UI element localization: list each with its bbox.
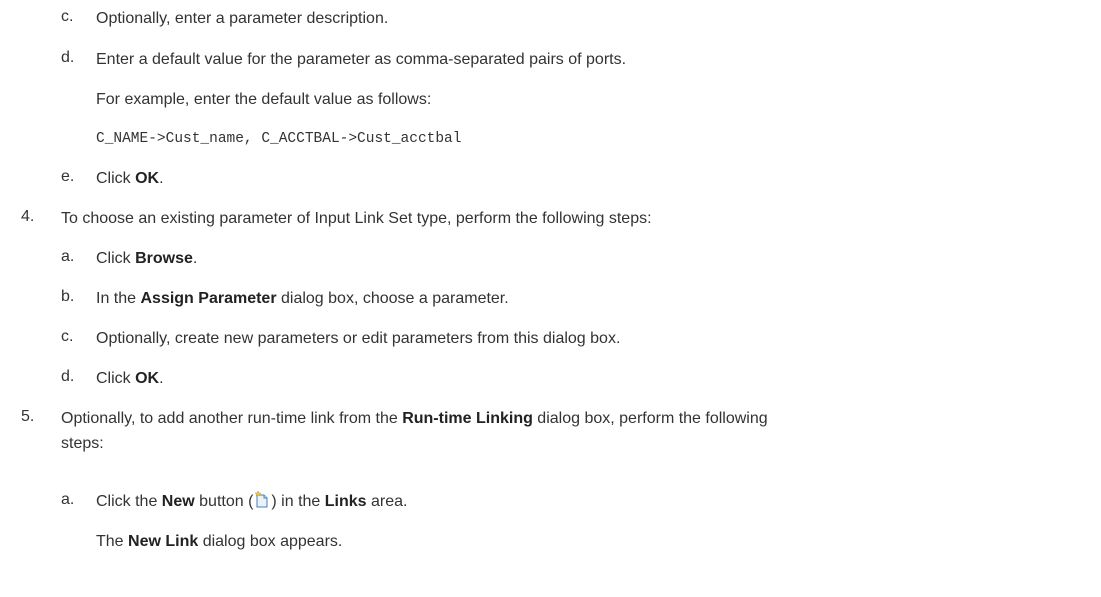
step-text: Optionally, to add another run-time link…: [61, 410, 768, 427]
ui-term: OK: [135, 370, 160, 387]
list-marker: e.: [61, 168, 75, 185]
step-text: In the Assign Parameter dialog box, choo…: [96, 290, 509, 307]
list-marker: c.: [61, 8, 74, 25]
step-text: To choose an existing parameter of Input…: [61, 210, 652, 227]
list-marker: d.: [61, 49, 75, 66]
ui-term: OK: [135, 170, 160, 187]
ui-term: Assign Parameter: [140, 290, 277, 307]
step-text: Enter a default value for the parameter …: [96, 51, 627, 68]
new-document-icon: [254, 490, 269, 509]
result-note: The New Link dialog box appears.: [96, 533, 343, 550]
list-marker: a.: [61, 248, 75, 265]
code-example: C_NAME->Cust_name, C_ACCTBAL->Cust_acctb…: [96, 131, 462, 147]
ui-term: New: [161, 493, 195, 510]
list-marker: 5.: [21, 408, 35, 425]
list-marker: c.: [61, 328, 74, 345]
list-marker: a.: [61, 491, 75, 508]
list-marker: d.: [61, 368, 75, 385]
ui-term: New Link: [128, 533, 199, 550]
step-text: Click the New button () in the Links are…: [96, 490, 408, 510]
ui-term: Run-time Linking: [402, 410, 533, 427]
list-marker: b.: [61, 288, 75, 305]
step-text: Optionally, create new parameters or edi…: [96, 330, 621, 347]
ui-term: Browse: [135, 250, 193, 267]
step-text: Click OK.: [96, 170, 164, 187]
list-marker: 4.: [21, 208, 35, 225]
step-text: Optionally, enter a parameter descriptio…: [96, 10, 389, 27]
step-text: Click OK.: [96, 370, 164, 387]
ui-term: Links: [324, 493, 367, 510]
step-text-continuation: steps:: [61, 435, 104, 452]
example-intro: For example, enter the default value as …: [96, 91, 432, 108]
step-text: Click Browse.: [96, 250, 198, 267]
